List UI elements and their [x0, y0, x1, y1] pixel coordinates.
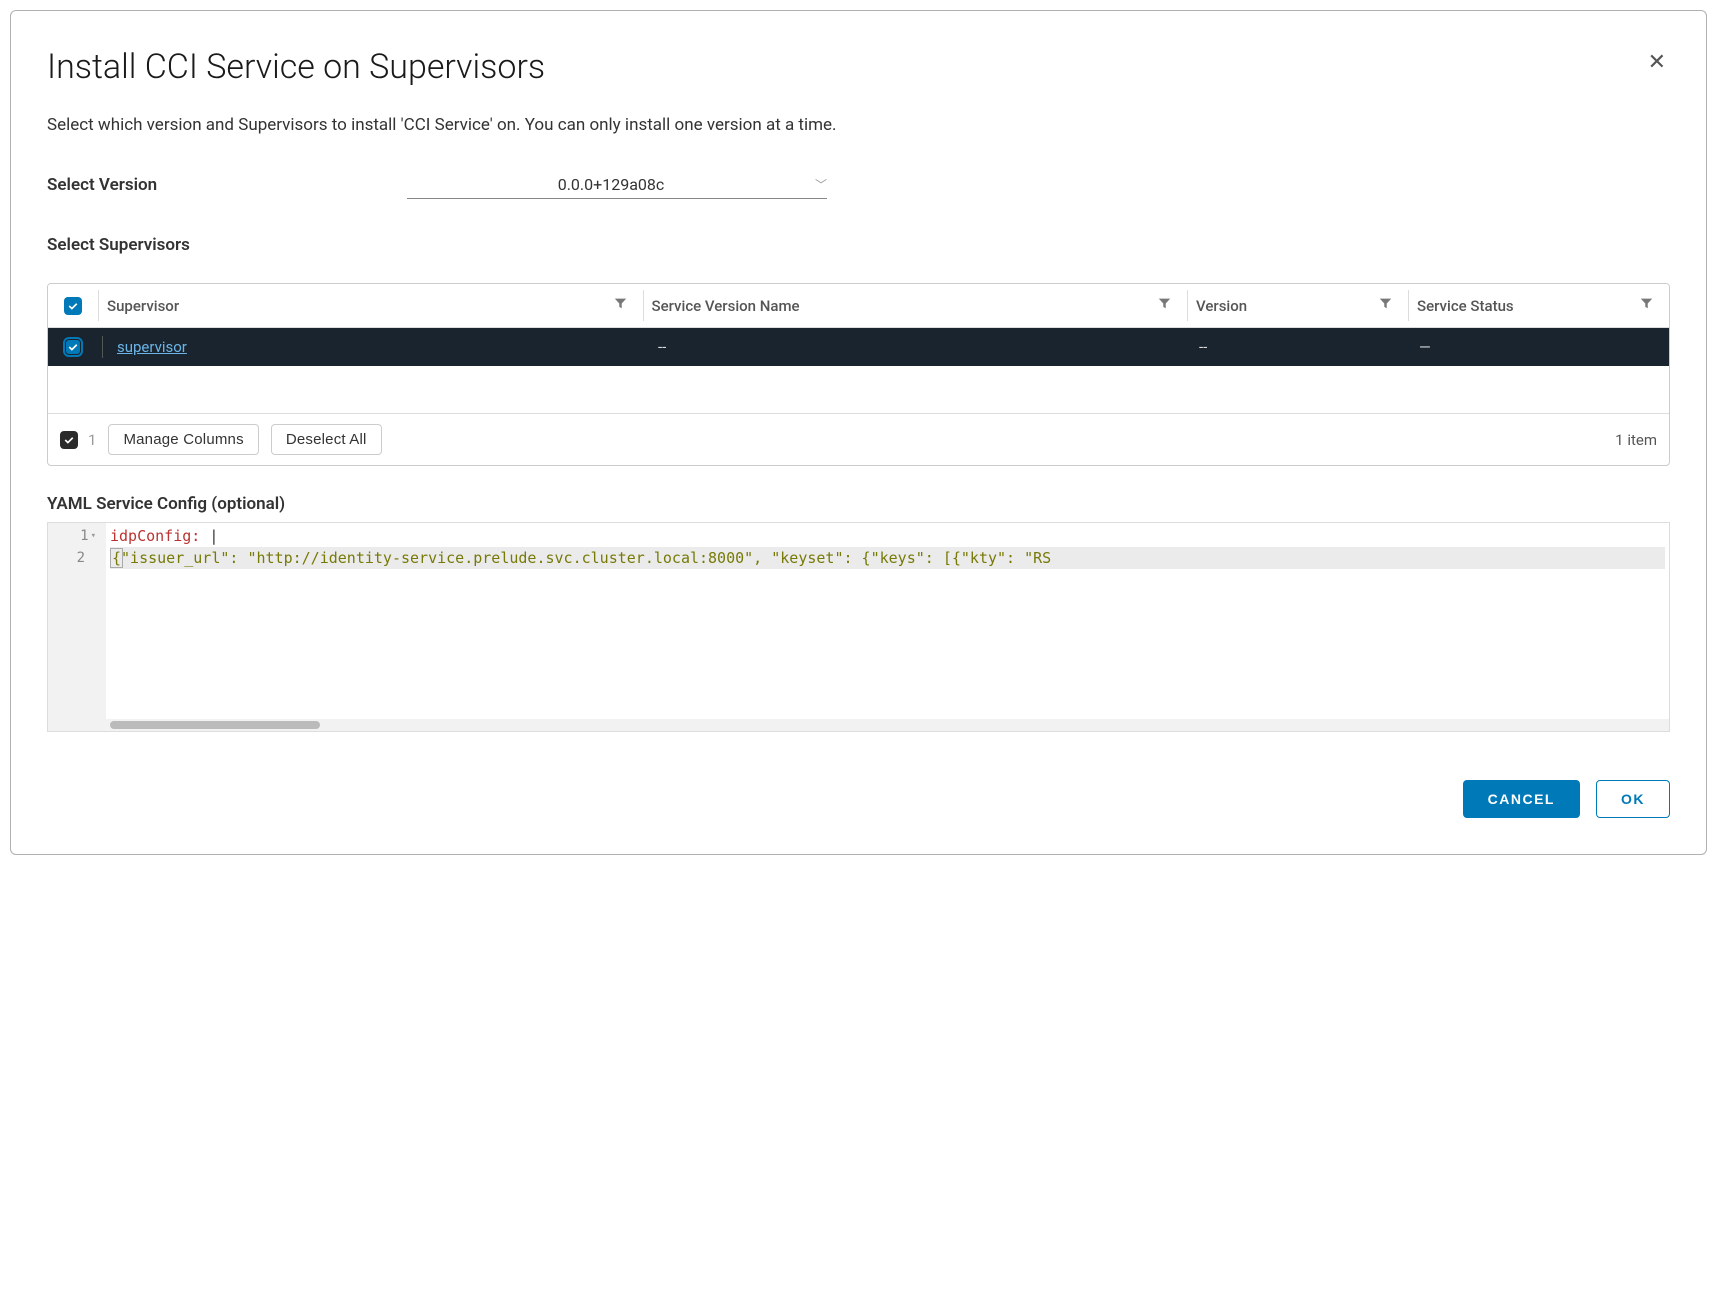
code-line-2: {"issuer_url": "http://identity-service.…: [110, 547, 1665, 569]
filter-icon[interactable]: [1150, 297, 1179, 314]
col-service-version-name[interactable]: Service Version Name: [644, 284, 1188, 327]
row-checkbox[interactable]: [65, 339, 81, 355]
version-label: Select Version: [47, 175, 407, 195]
table-header-row: Supervisor Service Version Name Version: [48, 284, 1669, 328]
chevron-down-icon: ﹀: [815, 176, 827, 193]
yaml-label: YAML Service Config (optional): [47, 494, 1670, 514]
version-value: 0.0.0+129a08c: [407, 175, 815, 194]
col-supervisor[interactable]: Supervisor: [99, 284, 643, 327]
close-button[interactable]: ✕: [1644, 47, 1670, 77]
cell-status: —: [1409, 338, 1669, 356]
supervisor-link[interactable]: supervisor: [117, 338, 187, 356]
cell-svc-version: --: [648, 338, 1189, 356]
close-icon: ✕: [1648, 49, 1666, 74]
footer-selected-checkbox[interactable]: [60, 431, 78, 449]
modal-title: Install CCI Service on Supervisors: [47, 47, 545, 87]
modal-footer: CANCEL OK: [47, 780, 1670, 818]
table-empty-space: [48, 366, 1669, 414]
ok-button[interactable]: OK: [1596, 780, 1670, 818]
select-all-cell: [48, 284, 98, 327]
select-all-checkbox[interactable]: [64, 297, 82, 315]
version-select[interactable]: 0.0.0+129a08c ﹀: [407, 171, 827, 199]
col-service-status[interactable]: Service Status: [1409, 284, 1669, 327]
item-count: 1 item: [1615, 431, 1657, 449]
deselect-all-button[interactable]: Deselect All: [271, 424, 382, 455]
editor-body[interactable]: idpConfig: | {"issuer_url": "http://iden…: [106, 523, 1669, 731]
selected-count: 1: [88, 431, 96, 449]
cell-supervisor: supervisor: [107, 338, 648, 356]
install-service-modal: Install CCI Service on Supervisors ✕ Sel…: [10, 10, 1707, 855]
line-number: 2: [52, 547, 102, 569]
cancel-button[interactable]: CANCEL: [1463, 780, 1580, 818]
modal-header: Install CCI Service on Supervisors ✕: [47, 47, 1670, 87]
editor-gutter: 1▾ 2: [48, 523, 106, 731]
filter-icon[interactable]: [1371, 297, 1400, 314]
filter-icon[interactable]: [606, 297, 635, 314]
supervisors-label: Select Supervisors: [47, 235, 1670, 255]
filter-icon[interactable]: [1632, 297, 1661, 314]
manage-columns-button[interactable]: Manage Columns: [108, 424, 258, 455]
fold-toggle-icon[interactable]: ▾: [91, 531, 96, 541]
line-number: 1▾: [52, 525, 102, 547]
yaml-editor[interactable]: 1▾ 2 idpConfig: | {"issuer_url": "http:/…: [47, 522, 1670, 732]
horizontal-scrollbar[interactable]: [106, 719, 1669, 731]
check-icon: [67, 341, 79, 353]
check-icon: [67, 300, 79, 312]
table-row[interactable]: supervisor -- -- —: [48, 328, 1669, 366]
version-row: Select Version 0.0.0+129a08c ﹀: [47, 171, 1670, 199]
modal-subtitle: Select which version and Supervisors to …: [47, 115, 1670, 135]
check-icon: [63, 434, 75, 446]
cell-version: --: [1189, 338, 1409, 356]
row-checkbox-cell: [48, 328, 98, 366]
supervisors-table: Supervisor Service Version Name Version: [47, 283, 1670, 466]
col-version[interactable]: Version: [1188, 284, 1408, 327]
scrollbar-thumb[interactable]: [110, 721, 320, 729]
code-line-1: idpConfig: |: [110, 525, 1665, 547]
table-footer: 1 Manage Columns Deselect All 1 item: [48, 414, 1669, 465]
